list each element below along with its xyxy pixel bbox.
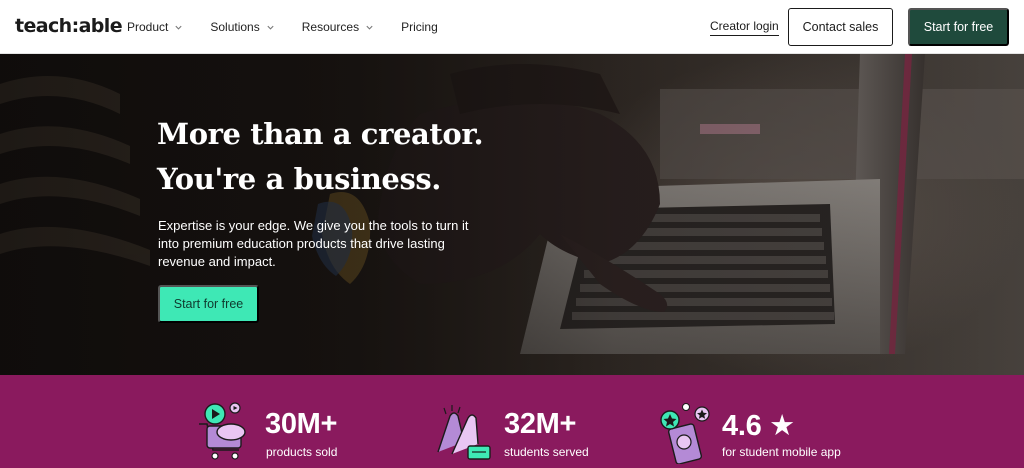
hero-title-line-2: You're a business. [157, 162, 441, 196]
nav-item-label: Resources [301, 20, 360, 34]
stat-value: 30M+ [265, 408, 338, 440]
top-navbar: teach:able Product Solutions Resources P… [0, 0, 1024, 54]
hero-title-line-1: More than a creator. [157, 117, 484, 151]
hero-title: More than a creator. You're a business. [157, 112, 577, 202]
nav-item-label: Pricing [401, 20, 438, 34]
main-menu: Product Solutions Resources Pricing [127, 0, 465, 54]
stats-band: 30M+ products sold 32M+ students served [0, 375, 1024, 468]
shopping-cart-icon [195, 402, 251, 467]
high-five-icon [432, 402, 494, 468]
contact-sales-button[interactable]: Contact sales [788, 8, 893, 46]
hero-subtitle: Expertise is your edge. We give you the … [158, 218, 469, 269]
creator-login-link[interactable]: Creator login [710, 19, 779, 36]
teachable-logo[interactable]: teach:able [15, 15, 123, 37]
stat-value: 32M+ [504, 408, 577, 440]
stat-value: 4.6 ★ [722, 410, 795, 442]
nav-item-solutions[interactable]: Solutions [210, 20, 274, 34]
hero-overlay [0, 54, 1024, 375]
nav-item-label: Solutions [210, 20, 260, 34]
start-for-free-nav-button[interactable]: Start for free [908, 8, 1009, 46]
nav-item-pricing[interactable]: Pricing [401, 20, 438, 34]
stat-label: for student mobile app [722, 445, 841, 459]
stat-label: products sold [266, 445, 338, 459]
hero-section: More than a creator. You're a business. … [0, 54, 1024, 375]
chevron-down-icon [365, 23, 374, 32]
nav-item-resources[interactable]: Resources [302, 20, 374, 34]
start-for-free-hero-button[interactable]: Start for free [158, 285, 259, 323]
chevron-down-icon [266, 23, 275, 32]
nav-item-label: Product [127, 20, 169, 34]
stat-label: students served [504, 445, 589, 459]
chevron-down-icon [174, 23, 183, 32]
mobile-app-icon [658, 402, 714, 468]
nav-item-product[interactable]: Product [127, 20, 183, 34]
